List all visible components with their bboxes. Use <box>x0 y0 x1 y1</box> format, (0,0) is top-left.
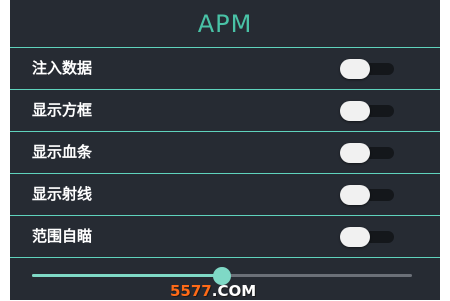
setting-label: 显示血条 <box>32 143 93 161</box>
toggle-thumb <box>340 143 370 163</box>
setting-label: 显示方框 <box>32 101 93 119</box>
toggle-thumb <box>340 101 370 121</box>
inject-data-toggle[interactable] <box>340 59 396 79</box>
watermark-domain: .COM <box>211 282 257 300</box>
show-box-toggle[interactable] <box>340 101 396 121</box>
setting-label: 显示射线 <box>32 185 93 203</box>
app-title: APM <box>197 10 253 38</box>
slider-fill <box>32 274 222 277</box>
apm-menu-panel: APM 注入数据 显示方框 显示血条 显示射线 范围自瞄 <box>10 0 440 300</box>
range-aim-toggle[interactable] <box>340 227 396 247</box>
setting-row-show-box: 显示方框 <box>10 90 440 131</box>
setting-row-show-lines: 显示射线 <box>10 174 440 215</box>
setting-label: 注入数据 <box>32 59 93 77</box>
watermark-number: 5577 <box>170 282 212 300</box>
setting-row-range-aim: 范围自瞄 <box>10 216 440 257</box>
setting-row-show-health-bar: 显示血条 <box>10 132 440 173</box>
divider <box>10 257 440 258</box>
toggle-thumb <box>340 185 370 205</box>
toggle-thumb <box>340 227 370 247</box>
site-watermark: 5577.COM <box>170 281 256 301</box>
setting-row-inject-data: 注入数据 <box>10 48 440 89</box>
setting-label: 范围自瞄 <box>32 227 93 245</box>
show-lines-toggle[interactable] <box>340 185 396 205</box>
show-health-bar-toggle[interactable] <box>340 143 396 163</box>
toggle-thumb <box>340 59 370 79</box>
